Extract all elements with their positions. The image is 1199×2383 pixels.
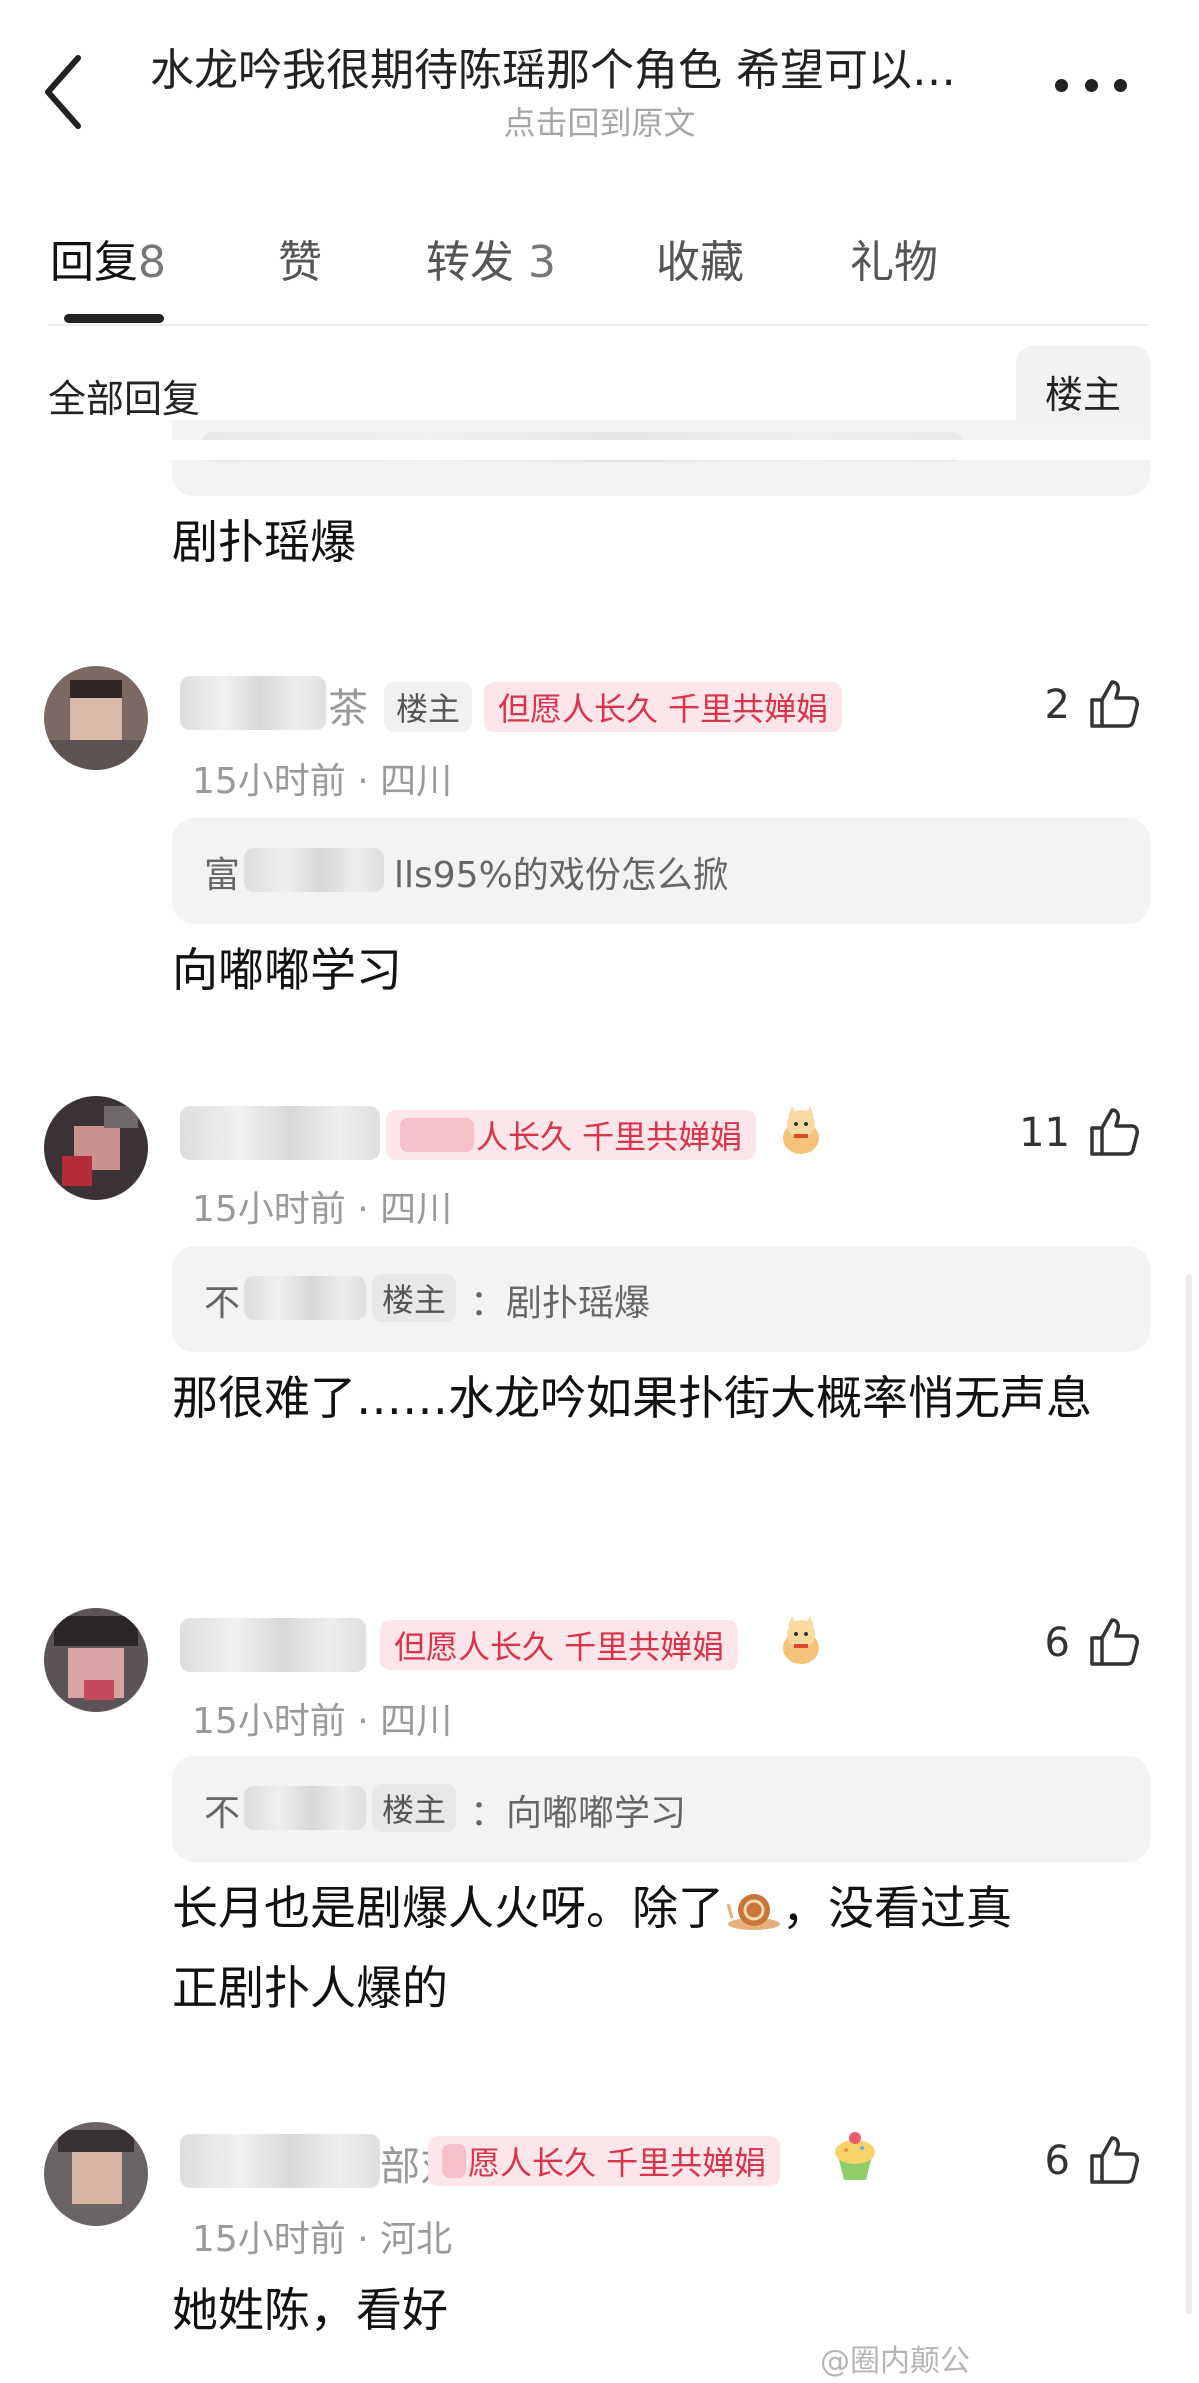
tab-replies-label: 回复 [50,237,138,288]
comment-body: 她姓陈，看好 [172,2283,448,2337]
username-blurred[interactable] [180,676,326,730]
active-tab-indicator [64,314,164,323]
all-replies-label: 全部回复 [48,377,201,421]
time-location: 15小时前 · 四川 [192,1701,453,1742]
fan-badge[interactable]: 但愿人长久 千里共婵娟 [380,1620,739,1670]
fan-badge-text: 愿人长久 千里共婵娟 [468,2144,767,2182]
tab-favorites-label: 收藏 [656,237,744,288]
like-count: 6 [1044,1620,1070,1666]
thumbs-up-icon[interactable] [1086,676,1142,732]
quote-username-blurred [244,1786,366,1830]
scrollbar[interactable] [1186,1274,1192,2314]
tab-replies-count: 8 [138,237,166,288]
time-location: 15小时前 · 四川 [192,1189,453,1230]
avatar[interactable] [44,666,148,770]
comment-body: 向嘟嘟学习 [172,943,402,997]
like-count: 2 [1044,682,1070,728]
quote-username-prefix: 不 [204,1283,241,1324]
comment-body-part1: 长月也是剧爆人火呀。除了 [172,1881,724,1935]
avatar[interactable] [44,1608,148,1712]
quote-username-blurred [244,1276,366,1320]
tab-likes[interactable]: 赞 [278,226,322,290]
tab-reposts-label: 转发 [426,237,514,288]
thumbs-up-icon[interactable] [1086,1614,1142,1670]
cat-badge-icon [783,1616,819,1664]
username-blurred[interactable] [180,2134,380,2188]
quote-owner-tag: 楼主 [372,1784,457,1832]
fan-badge[interactable]: 但愿人长久 千里共婵娟 [484,682,843,732]
tab-gifts[interactable]: 礼物 [850,226,938,290]
fan-badge-hidden-part [442,2144,466,2178]
thumbs-up-icon[interactable] [1086,1104,1142,1160]
cat-badge-icon [783,1106,819,1154]
like-count: 11 [1019,1110,1070,1156]
fan-badge-text: 人长久 千里共婵娟 [476,1118,743,1156]
quote-owner-tag: 楼主 [372,1274,457,1322]
back-to-original-link[interactable]: 点击回到原文 [0,98,1199,144]
cupcake-badge-icon [835,2132,875,2180]
tab-reposts[interactable]: 转发 3 [426,226,556,290]
fan-badge[interactable]: 人长久 千里共婵娟 [386,1110,757,1160]
like-count: 6 [1044,2138,1070,2184]
snail-emoji-icon [726,1894,780,1930]
username-blurred[interactable] [180,1106,380,1160]
time-location: 15小时前 · 四川 [192,761,453,802]
username-blurred[interactable] [180,1618,366,1672]
username-tail[interactable]: 茶 [328,676,368,734]
more-options-icon[interactable] [1055,60,1127,110]
quote-username-prefix: 富 [204,855,241,896]
watermark: @圈内颠公 [820,2344,970,2379]
thumbs-up-icon[interactable] [1086,2132,1142,2188]
quote-text: ：向嘟嘟学习 [470,1793,687,1834]
comment-body: 长月也是剧爆人火呀。除了 ，没看过真 正剧扑人爆的 [172,1868,1132,2028]
fan-badge[interactable]: 愿人长久 千里共婵娟 [428,2136,781,2186]
tab-gifts-label: 礼物 [850,237,938,288]
quote-text: lls95%的戏份怎么掀 [394,855,729,896]
avatar[interactable] [44,1096,148,1200]
quote-username-prefix: 不 [204,1793,241,1834]
avatar[interactable] [44,2122,148,2226]
fan-badge-hidden-part [400,1118,474,1152]
quote-username-blurred [244,848,384,892]
time-location: 15小时前 · 河北 [192,2219,453,2260]
owner-tag: 楼主 [384,682,473,732]
tab-reposts-count: 3 [528,237,556,288]
comment-body: 剧扑瑶爆 [172,515,356,569]
tab-favorites[interactable]: 收藏 [656,226,744,290]
comment-body-part2: ，没看过真 [782,1881,1012,1935]
tab-likes-label: 赞 [278,237,322,288]
tab-divider [48,324,1148,326]
quote-text: ：剧扑瑶爆 [470,1283,651,1324]
comment-body: 那很难了……水龙吟如果扑街大概率悄无声息 [172,1371,1092,1425]
tab-replies[interactable]: 回复8 [50,226,166,290]
post-title[interactable]: 水龙吟我很期待陈瑶那个角色 希望可以… [150,34,1040,98]
comment-body-line2: 正剧扑人爆的 [172,1961,448,2015]
